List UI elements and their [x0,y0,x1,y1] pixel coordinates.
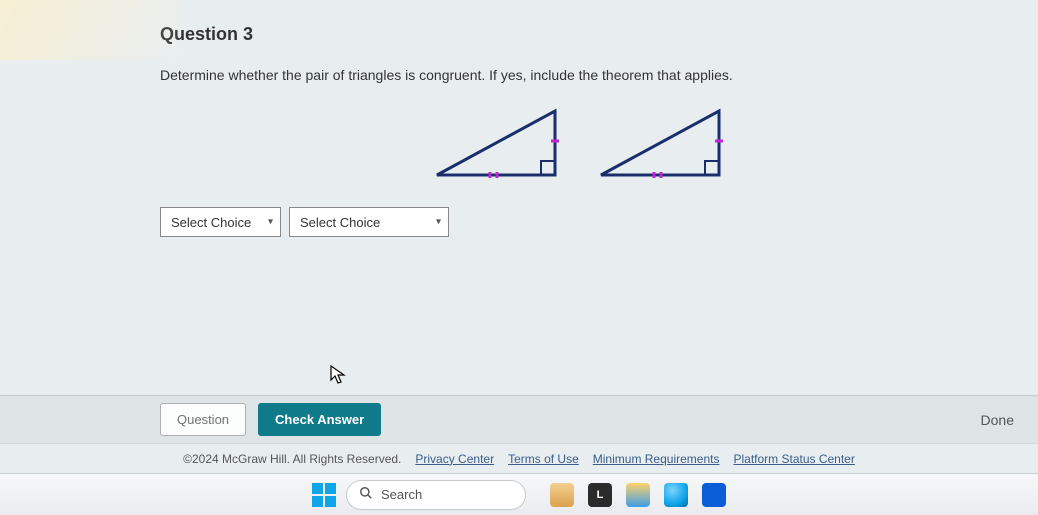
cursor-icon [330,365,346,390]
question-title: Question 3 [160,24,998,45]
windows-taskbar: Search L [0,473,1038,515]
start-button[interactable] [312,483,336,507]
taskbar-app-5[interactable] [702,483,726,507]
triangle-right [591,103,731,183]
figure-row [160,103,998,183]
choice-row: Select Choice ▾ Select Choice ▾ [160,207,998,237]
footer-legal: ©2024 McGraw Hill. All Rights Reserved. … [0,443,1038,473]
action-bar: Question Check Answer Done [0,395,1038,443]
taskbar-search-placeholder: Search [381,487,422,502]
taskbar-app-2[interactable]: L [588,483,612,507]
edge-browser-icon[interactable] [664,483,688,507]
question-prompt: Determine whether the pair of triangles … [160,67,998,83]
triangle-left [427,103,567,183]
link-privacy[interactable]: Privacy Center [415,452,494,466]
link-minreq[interactable]: Minimum Requirements [593,452,720,466]
search-icon [359,486,373,503]
question-content: Question 3 Determine whether the pair of… [0,0,1038,395]
link-terms[interactable]: Terms of Use [508,452,579,466]
copyright-text: ©2024 McGraw Hill. All Rights Reserved. [183,452,401,466]
done-label: Done [981,412,1018,428]
prev-question-button[interactable]: Question [160,403,246,436]
taskbar-app-1[interactable] [550,483,574,507]
app-screen: Question 3 Determine whether the pair of… [0,0,1038,473]
link-status[interactable]: Platform Status Center [733,452,854,466]
check-answer-button[interactable]: Check Answer [258,403,381,436]
taskbar-search[interactable]: Search [346,480,526,510]
file-explorer-icon[interactable] [626,483,650,507]
select-choice-1[interactable]: Select Choice [160,207,281,237]
select-choice-2[interactable]: Select Choice [289,207,449,237]
taskbar-icons: L [550,483,726,507]
